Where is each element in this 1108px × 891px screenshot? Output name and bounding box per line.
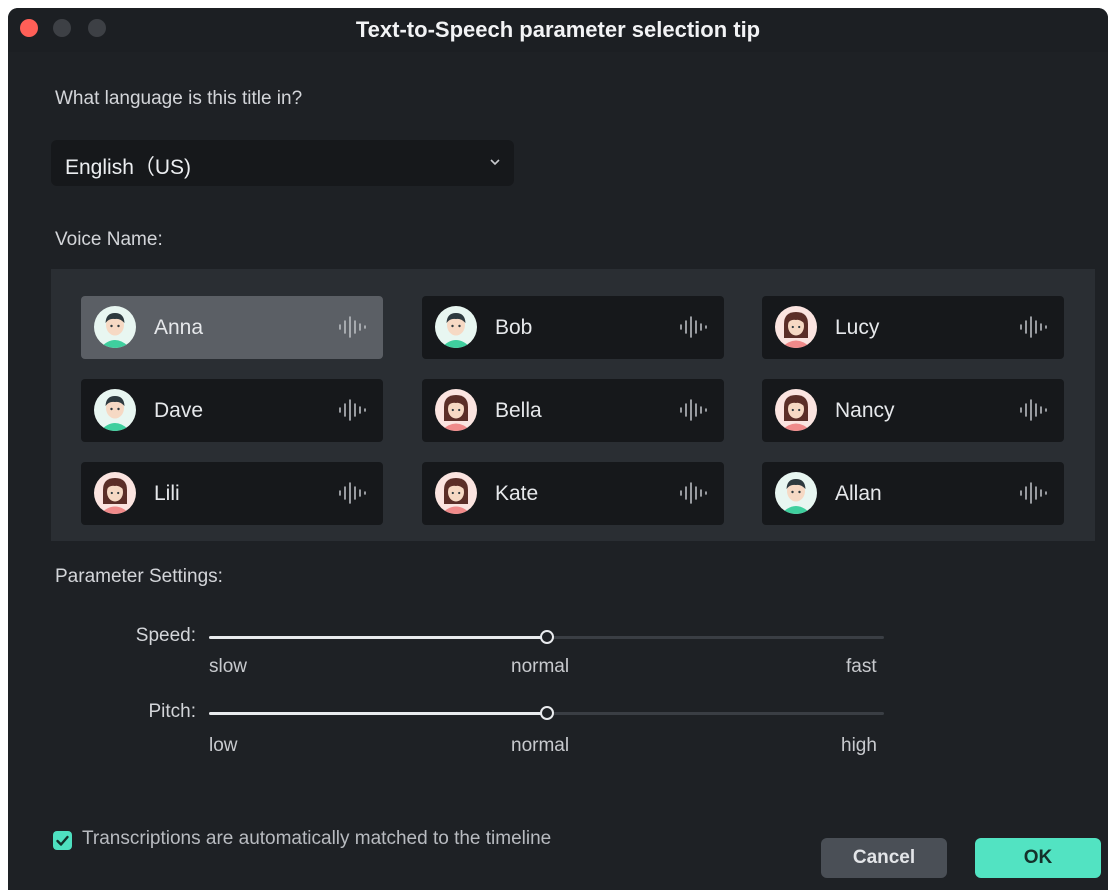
voice-name-label: Voice Name: bbox=[55, 229, 163, 250]
speed-slider-fill bbox=[209, 636, 547, 639]
auto-match-label[interactable]: Transcriptions are automatically matched… bbox=[82, 828, 551, 850]
male-avatar-icon bbox=[775, 472, 817, 514]
voice-preview-icon[interactable] bbox=[1018, 399, 1050, 421]
female-avatar-icon bbox=[94, 472, 136, 514]
male-avatar-icon bbox=[94, 306, 136, 348]
voice-name: Anna bbox=[154, 316, 204, 339]
voice-preview-icon[interactable] bbox=[678, 482, 710, 504]
language-question: What language is this title in? bbox=[55, 88, 303, 109]
female-avatar-icon bbox=[775, 306, 817, 348]
voice-card-anna[interactable]: Anna bbox=[81, 296, 383, 359]
voice-card-bob[interactable]: Bob bbox=[422, 296, 724, 359]
auto-match-checkbox[interactable] bbox=[53, 831, 72, 850]
cancel-button[interactable]: Cancel bbox=[821, 838, 947, 878]
female-avatar-icon bbox=[435, 389, 477, 431]
pitch-slider-handle[interactable] bbox=[539, 706, 554, 720]
female-avatar-icon bbox=[435, 472, 477, 514]
speed-label: Speed: bbox=[135, 625, 196, 646]
voice-card-kate[interactable]: Kate bbox=[422, 462, 724, 525]
female-avatar-icon bbox=[775, 389, 817, 431]
pitch-label: Pitch: bbox=[148, 701, 196, 722]
voice-name: Allan bbox=[835, 482, 882, 505]
language-dropdown[interactable]: English（US) bbox=[51, 140, 514, 186]
voice-card-lucy[interactable]: Lucy bbox=[762, 296, 1064, 359]
voice-card-nancy[interactable]: Nancy bbox=[762, 379, 1064, 442]
voice-preview-icon[interactable] bbox=[678, 316, 710, 338]
voice-card-bella[interactable]: Bella bbox=[422, 379, 724, 442]
male-avatar-icon bbox=[435, 306, 477, 348]
pitch-slider-fill bbox=[209, 712, 547, 715]
pitch-max-label: high bbox=[841, 735, 877, 756]
speed-min-label: slow bbox=[209, 656, 248, 677]
voice-preview-icon[interactable] bbox=[337, 482, 369, 504]
voice-name: Bob bbox=[495, 316, 533, 339]
voice-grid: Anna Bob Lucy Dave Bella Nancy Lili Kate… bbox=[51, 269, 1095, 541]
voice-preview-icon[interactable] bbox=[337, 399, 369, 421]
checkmark-icon bbox=[56, 835, 69, 846]
speed-slider[interactable] bbox=[209, 630, 884, 644]
voice-name: Lili bbox=[154, 482, 180, 505]
title-bar: Text-to-Speech parameter selection tip bbox=[8, 8, 1108, 52]
voice-card-dave[interactable]: Dave bbox=[81, 379, 383, 442]
pitch-slider[interactable] bbox=[209, 706, 884, 720]
voice-name: Bella bbox=[495, 399, 542, 422]
language-dropdown-value: English（US) bbox=[65, 156, 192, 179]
dialog-title: Text-to-Speech parameter selection tip bbox=[355, 17, 761, 42]
speed-mid-label: normal bbox=[511, 656, 570, 677]
speed-max-label: fast bbox=[846, 656, 877, 677]
voice-preview-icon[interactable] bbox=[678, 399, 710, 421]
voice-name: Kate bbox=[495, 482, 539, 505]
voice-preview-icon[interactable] bbox=[337, 316, 369, 338]
voice-name: Dave bbox=[154, 399, 204, 422]
chevron-down-icon bbox=[490, 159, 500, 166]
voice-card-allan[interactable]: Allan bbox=[762, 462, 1064, 525]
voice-preview-icon[interactable] bbox=[1018, 316, 1050, 338]
pitch-mid-label: normal bbox=[511, 735, 570, 756]
voice-name: Nancy bbox=[835, 399, 895, 422]
ok-button[interactable]: OK bbox=[975, 838, 1101, 878]
tts-dialog-window: Text-to-Speech parameter selection tip W… bbox=[8, 8, 1108, 890]
voice-name: Lucy bbox=[835, 316, 880, 339]
speed-slider-handle[interactable] bbox=[539, 630, 554, 644]
pitch-min-label: low bbox=[209, 735, 238, 756]
male-avatar-icon bbox=[94, 389, 136, 431]
parameter-settings-label: Parameter Settings: bbox=[55, 566, 223, 587]
voice-card-lili[interactable]: Lili bbox=[81, 462, 383, 525]
voice-preview-icon[interactable] bbox=[1018, 482, 1050, 504]
